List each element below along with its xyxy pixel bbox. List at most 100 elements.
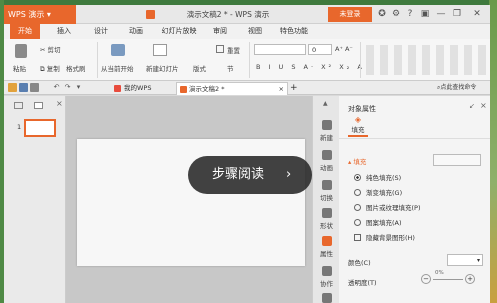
menu-design[interactable]: 设计 bbox=[89, 24, 113, 39]
checkbox-icon bbox=[354, 234, 361, 241]
font-format-icons[interactable]: B I U S A· X² X₂ A bbox=[256, 63, 365, 71]
task-collaborate[interactable]: 协作 bbox=[313, 266, 340, 288]
customize-icon[interactable]: ▾ bbox=[74, 83, 83, 92]
picture-fill-radio[interactable]: 图片或纹理填充(P) bbox=[354, 202, 421, 212]
paragraph-controls[interactable] bbox=[366, 45, 486, 75]
ribbon-separator bbox=[249, 42, 250, 78]
panel-close-icon[interactable]: × bbox=[480, 101, 487, 110]
paste-button[interactable]: 粘贴 bbox=[13, 63, 26, 73]
doc-type-icon bbox=[146, 10, 155, 19]
layout-button[interactable]: 版式 bbox=[193, 63, 206, 73]
task-shape[interactable]: 形状 bbox=[313, 208, 340, 230]
tab-bar: ↶ ↷ ▾ 我的WPS 演示文稿2 * × + ⌕点此查找命令 bbox=[4, 81, 490, 95]
slide-thumbnail[interactable] bbox=[24, 119, 56, 137]
paste-icon[interactable] bbox=[15, 44, 27, 58]
panel-collapse-icon[interactable]: ↙ bbox=[469, 102, 475, 110]
settings-gear-icon[interactable]: ⚙ bbox=[390, 5, 402, 24]
maximize-ribbon-icon[interactable]: ▣ bbox=[419, 5, 431, 24]
fill-color-preview[interactable] bbox=[433, 154, 481, 166]
new-slide-button[interactable]: 新建幻灯片 bbox=[146, 63, 179, 73]
login-button[interactable]: 未登录 bbox=[328, 7, 372, 22]
slides-view-icon[interactable] bbox=[34, 102, 43, 109]
save-icon[interactable] bbox=[19, 83, 28, 92]
properties-divider bbox=[339, 138, 490, 139]
reset-icon[interactable] bbox=[216, 45, 224, 53]
copy-button[interactable]: ⧉ 复制 bbox=[40, 63, 60, 74]
font-size-dropdown[interactable]: 0 bbox=[308, 44, 332, 55]
radio-selected-icon bbox=[354, 174, 361, 181]
app-menu-button[interactable]: WPS 演示 ▾ bbox=[4, 5, 76, 24]
task-new[interactable]: 新建 bbox=[313, 120, 340, 142]
restore-icon[interactable]: ❐ bbox=[450, 5, 464, 24]
tab-document-label: 演示文稿2 * bbox=[189, 85, 225, 93]
skin-icon[interactable]: ✪ bbox=[376, 5, 388, 24]
search-command-box[interactable]: ⌕点此查找命令 bbox=[437, 83, 489, 93]
close-panel-icon[interactable]: × bbox=[56, 99, 63, 108]
animation-icon bbox=[321, 150, 332, 160]
task-transition[interactable]: 切换 bbox=[313, 180, 340, 202]
ribbon-separator bbox=[360, 42, 361, 78]
menu-features[interactable]: 特色功能 bbox=[276, 24, 312, 39]
radio-icon bbox=[354, 204, 361, 211]
search-placeholder: 点此查找命令 bbox=[440, 84, 477, 91]
close-icon[interactable]: ✕ bbox=[468, 5, 486, 24]
menu-slideshow[interactable]: 幻灯片放映 bbox=[156, 24, 202, 39]
menu-home[interactable]: 开始 bbox=[10, 24, 40, 39]
menu-bar: 开始 插入 设计 动画 幻灯片放映 审阅 视图 特色功能 bbox=[4, 24, 490, 39]
object-properties-panel: 对象属性 ↙ × ◈ 填充 ▴ 填充 纯色填充(S) 渐变填充(G) 图片或纹理… bbox=[339, 96, 490, 303]
pattern-fill-radio[interactable]: 图案填充(A) bbox=[354, 217, 402, 227]
solid-fill-radio[interactable]: 纯色填充(S) bbox=[354, 172, 401, 182]
tab-close-icon[interactable]: × bbox=[279, 83, 284, 96]
transition-icon bbox=[321, 180, 332, 190]
help-icon[interactable]: ? bbox=[404, 5, 416, 24]
transparency-decrease-icon[interactable]: − bbox=[421, 274, 431, 284]
play-from-current-button[interactable]: 从当前开始 bbox=[101, 63, 134, 73]
menu-insert[interactable]: 插入 bbox=[52, 24, 76, 39]
properties-icon bbox=[321, 236, 332, 246]
tab-my-wps[interactable]: 我的WPS bbox=[112, 82, 174, 95]
read-mode-button[interactable]: 步骤阅读 › bbox=[188, 156, 312, 194]
task-properties[interactable]: 属性 bbox=[313, 236, 340, 258]
cut-button[interactable]: ✂ 剪切 bbox=[40, 44, 61, 54]
reset-button[interactable]: 重置 bbox=[227, 45, 240, 55]
color-dropdown[interactable]: ▾ bbox=[447, 254, 483, 266]
wps-logo-icon bbox=[114, 85, 121, 92]
font-name-dropdown[interactable] bbox=[254, 44, 306, 55]
pane-up-arrow-icon[interactable]: ▲ bbox=[323, 100, 328, 107]
tab-document[interactable]: 演示文稿2 * × bbox=[176, 82, 288, 95]
new-tab-button[interactable]: + bbox=[287, 82, 301, 95]
format-painter-button[interactable]: 格式刷 bbox=[66, 63, 86, 73]
task-help[interactable]: 帮助 bbox=[313, 293, 340, 303]
font-grow-icon[interactable]: A⁺ A⁻ bbox=[335, 45, 353, 53]
menu-view[interactable]: 视图 bbox=[244, 24, 266, 39]
task-shape-label: 形状 bbox=[320, 222, 333, 230]
transparency-increase-icon[interactable]: + bbox=[465, 274, 475, 284]
print-icon[interactable] bbox=[30, 83, 39, 92]
transparency-value: 0% bbox=[435, 270, 444, 276]
gradient-fill-radio[interactable]: 渐变填充(G) bbox=[354, 187, 402, 197]
fill-tab[interactable]: ◈ 填充 bbox=[348, 115, 368, 137]
task-animation-label: 动画 bbox=[320, 164, 333, 172]
new-slide-icon[interactable] bbox=[153, 44, 167, 56]
section-button[interactable]: 节 bbox=[227, 63, 234, 73]
transparency-slider-track[interactable] bbox=[433, 279, 463, 280]
task-animation[interactable]: 动画 bbox=[313, 150, 340, 172]
task-properties-label: 属性 bbox=[320, 250, 333, 258]
minimize-icon[interactable]: — bbox=[434, 5, 448, 24]
fill-tab-label: 填充 bbox=[351, 126, 365, 134]
help-bulb-icon bbox=[321, 293, 332, 303]
undo-icon[interactable]: ↶ bbox=[52, 83, 61, 92]
fill-section-label: 填充 bbox=[353, 158, 367, 166]
outline-view-icon[interactable] bbox=[14, 102, 23, 109]
menu-review[interactable]: 审阅 bbox=[209, 24, 231, 39]
pattern-fill-label: 图案填充(A) bbox=[366, 219, 402, 227]
play-slideshow-icon[interactable] bbox=[111, 44, 125, 56]
collaborate-icon bbox=[321, 266, 332, 276]
copy-icon: ⧉ bbox=[40, 65, 47, 73]
hide-background-checkbox[interactable]: 隐藏背景图形(H) bbox=[354, 232, 415, 242]
redo-icon[interactable]: ↷ bbox=[63, 83, 72, 92]
open-folder-icon[interactable] bbox=[8, 83, 17, 92]
hide-background-label: 隐藏背景图形(H) bbox=[366, 234, 415, 242]
menu-animation[interactable]: 动画 bbox=[124, 24, 148, 39]
fill-section-header[interactable]: ▴ 填充 bbox=[348, 156, 366, 166]
